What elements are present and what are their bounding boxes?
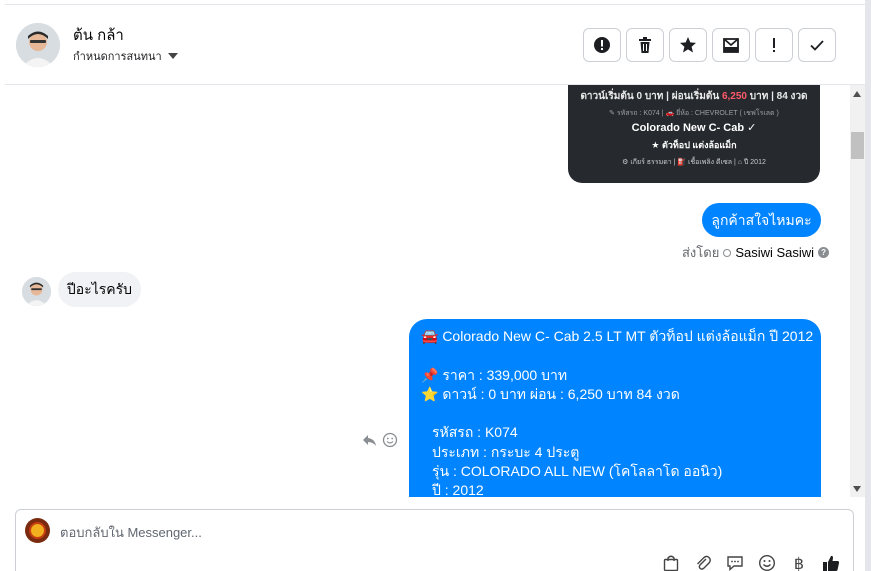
- message-actions: [362, 432, 398, 448]
- incoming-message[interactable]: ปีอะไรครับ: [58, 272, 141, 307]
- archive-button[interactable]: [712, 28, 750, 62]
- conversation-thread[interactable]: ดาวน์เริ่มต้น 0 บาท | ผ่อนเริ่มต้น 6,250…: [5, 85, 850, 497]
- card-model-line: Colorado New C- Cab ✓: [631, 122, 757, 134]
- header-actions: [583, 28, 836, 62]
- exclamation-circle-icon: [594, 37, 610, 53]
- scrollbar-thumb[interactable]: [851, 132, 864, 159]
- shopping-bag-icon: [663, 555, 679, 571]
- thumbs-up-icon: [823, 555, 840, 571]
- baht-icon: ฿: [793, 553, 805, 571]
- card-code-line: ✎ รหัสรถ : K074 | 🚗 ยี่ห้อ : CHEVROLET (…: [609, 110, 779, 117]
- composer-tools: ฿: [661, 553, 841, 571]
- delete-button[interactable]: [626, 28, 664, 62]
- message-line: รุ่น : COLORADO ALL NEW (โคโลลาโด ออนิว): [432, 463, 723, 480]
- message-line: ประเภท : กระบะ 4 ประตู: [432, 443, 580, 460]
- message-line: 🚘 Colorado New C- Cab 2.5 LT MT ตัวท็อป …: [421, 328, 814, 344]
- exclamation-icon: [773, 38, 775, 52]
- star-icon: [680, 37, 696, 53]
- star-button[interactable]: [669, 28, 707, 62]
- shopping-bag-button[interactable]: [661, 553, 681, 571]
- right-panel-edge: [865, 0, 871, 571]
- card-spec-line: ⚙ เกียร์ ธรรมดา | ⛽ เชื้อเพลิง ดีเซล | ⌂…: [622, 159, 766, 166]
- reply-input[interactable]: [60, 522, 660, 542]
- conversation-settings-label: กำหนดการสนทนา: [73, 51, 162, 63]
- mark-important-button[interactable]: [755, 28, 793, 62]
- help-icon[interactable]: ?: [818, 247, 830, 258]
- emoji-react-icon[interactable]: [382, 432, 398, 448]
- caret-down-icon: [167, 53, 178, 59]
- card-trim-line: ★ ตัวท็อป แต่งล้อแม็ก: [651, 140, 737, 150]
- chat-bubble-icon: [727, 556, 743, 571]
- mark-spam-button[interactable]: [583, 28, 621, 62]
- scroll-down-arrow-icon[interactable]: [853, 486, 861, 492]
- conversation-header: ต้น กล้า กำหนดการสนทนา: [5, 4, 865, 85]
- paperclip-icon: [697, 555, 711, 570]
- payment-button[interactable]: ฿: [789, 553, 809, 571]
- emoji-icon: [759, 555, 775, 571]
- scroll-up-arrow-icon[interactable]: [853, 91, 861, 97]
- sent-by-label: ส่งโดย: [682, 245, 720, 260]
- mark-done-button[interactable]: [798, 28, 836, 62]
- car-promo-card[interactable]: ดาวน์เริ่มต้น 0 บาท | ผ่อนเริ่มต้น 6,250…: [568, 85, 820, 183]
- emoji-button[interactable]: [757, 553, 777, 571]
- card-price-line: ดาวน์เริ่มต้น 0 บาท | ผ่อนเริ่มต้น 6,250…: [580, 91, 808, 102]
- conversation-settings-dropdown[interactable]: กำหนดการสนทนา: [73, 47, 178, 65]
- message-line: ปี : 2012: [432, 482, 484, 497]
- like-button[interactable]: [821, 553, 841, 571]
- messenger-inbox: ต้น กล้า กำหนดการสนทนา ดาวน์เริ่มต้น 0 บ…: [0, 0, 871, 571]
- contact-name: ต้น กล้า: [73, 27, 124, 44]
- sender-avatar[interactable]: [22, 277, 51, 306]
- attach-button[interactable]: [693, 553, 713, 571]
- message-line: 📌 ราคา : 339,000 บาท: [421, 366, 568, 383]
- trash-icon: [639, 37, 651, 53]
- sent-by-name: Sasiwi Sasiwi: [735, 245, 815, 260]
- checkmark-icon: [810, 40, 824, 51]
- outgoing-message[interactable]: ลูกค้าสใจไหมคะ: [702, 203, 821, 237]
- status-dot-icon: [723, 248, 732, 257]
- reply-icon[interactable]: [362, 432, 378, 448]
- message-line: รหัสรถ : K074: [432, 424, 518, 441]
- page-avatar: [25, 518, 50, 543]
- conversation-scrollbar[interactable]: [850, 85, 865, 497]
- sent-by-info: ส่งโดย Sasiwi Sasiwi ?: [682, 242, 830, 263]
- message-line: ⭐ ดาวน์ : 0 บาท ผ่อน : 6,250 บาท 84 งวด: [421, 385, 680, 402]
- saved-replies-button[interactable]: [725, 553, 745, 571]
- envelope-archive-icon: [723, 38, 739, 53]
- outgoing-car-details-message[interactable]: 🚘 Colorado New C- Cab 2.5 LT MT ตัวท็อป …: [409, 319, 821, 497]
- reply-composer: ฿: [15, 509, 854, 571]
- contact-avatar[interactable]: [16, 23, 60, 67]
